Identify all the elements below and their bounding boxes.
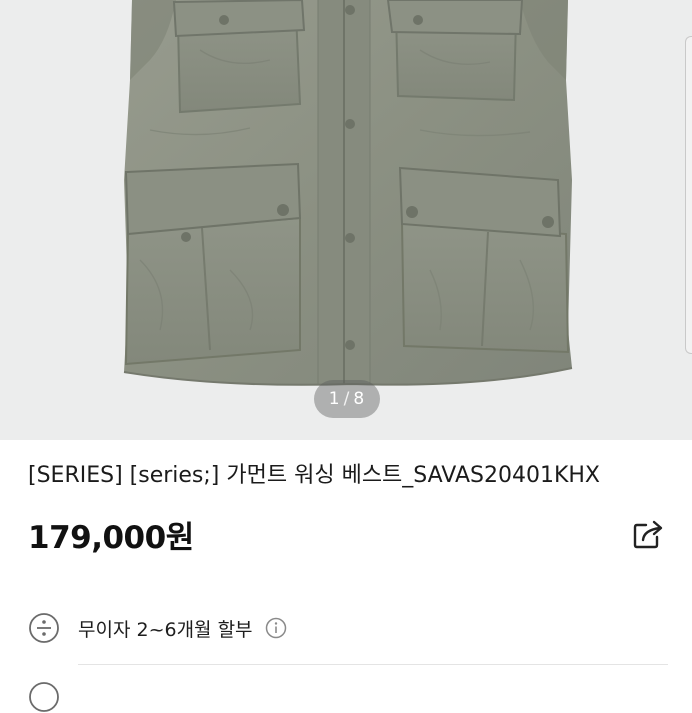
next-info-text bbox=[78, 686, 84, 708]
share-button[interactable] bbox=[630, 516, 666, 552]
product-price: 179,000원 bbox=[28, 520, 194, 556]
next-info-row[interactable] bbox=[28, 682, 84, 712]
circle-icon bbox=[29, 682, 59, 712]
installment-text: 무이자 2~6개월 할부 bbox=[78, 618, 253, 641]
row-divider bbox=[78, 664, 668, 665]
info-icon[interactable] bbox=[265, 617, 287, 639]
image-counter-separator: / bbox=[343, 389, 351, 409]
installment-row[interactable]: 무이자 2~6개월 할부 bbox=[28, 610, 287, 646]
image-counter: 1 / 8 bbox=[314, 380, 380, 418]
product-image-gallery[interactable]: 1 / 8 bbox=[0, 0, 692, 440]
product-title: [SERIES] [series;] 가먼트 워싱 베스트_SAVAS20401… bbox=[28, 463, 600, 488]
image-counter-total: 8 bbox=[353, 389, 366, 409]
next-image-peek[interactable] bbox=[685, 36, 692, 354]
share-icon bbox=[633, 520, 663, 549]
vest-product-image bbox=[123, 0, 573, 386]
image-counter-current: 1 bbox=[328, 389, 341, 409]
divide-icon bbox=[29, 613, 59, 643]
